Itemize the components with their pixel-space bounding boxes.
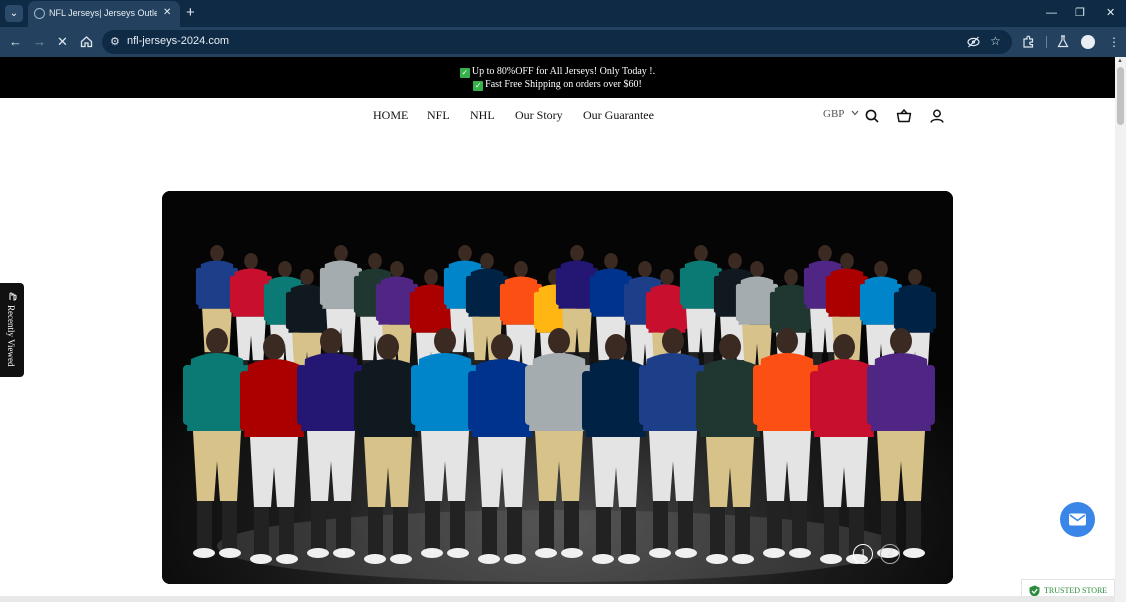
tab-title: NFL Jerseys| Jerseys Outlets| Ch <box>49 8 157 18</box>
check-icon: ✓ <box>459 68 470 78</box>
site-info-icon[interactable]: ⚙ <box>110 35 120 48</box>
page-bottom-strip <box>0 596 1115 602</box>
currency-label: GBP <box>823 108 844 120</box>
tab-search-icon[interactable]: ⌄ <box>5 5 23 22</box>
recently-viewed-label: Recently Viewed <box>6 305 16 367</box>
announcement-text-2: Fast Free Shipping on orders over $60! <box>485 79 642 90</box>
recently-viewed-tab[interactable]: Recently Viewed <box>0 283 24 377</box>
tab-close-icon[interactable]: ✕ <box>163 7 171 18</box>
slide-dot-1[interactable]: 1 <box>853 544 873 564</box>
page-scrollbar[interactable]: ▲ <box>1115 57 1126 602</box>
announcement-line-2: ✓ Fast Free Shipping on orders over $60! <box>0 79 1115 91</box>
eye-off-icon[interactable] <box>967 36 980 48</box>
announcement-bar: ✓ Up to 80%OFF for All Jerseys! Only Toda… <box>0 57 1115 98</box>
labs-icon[interactable] <box>1057 35 1069 48</box>
nav-our-story[interactable]: Our Story <box>515 108 563 123</box>
home-icon[interactable] <box>80 35 93 48</box>
extensions-icon[interactable] <box>1022 35 1035 48</box>
slide-dot-2[interactable]: 2 <box>880 544 900 564</box>
account-icon[interactable] <box>929 108 945 124</box>
toolbar-divider <box>1046 36 1047 48</box>
check-icon: ✓ <box>473 81 484 91</box>
tab-favicon-icon <box>34 8 45 19</box>
chat-button[interactable] <box>1060 502 1095 537</box>
cart-icon[interactable] <box>896 108 912 124</box>
bookmark-star-icon[interactable]: ☆ <box>990 34 1001 48</box>
announcement-line-1: ✓ Up to 80%OFF for All Jerseys! Only Toda… <box>0 66 1115 78</box>
chevron-down-icon <box>851 110 859 116</box>
browser-toolbar: ← → ✕ ⚙ nfl-jerseys-2024.com ☆ ⋮ <box>0 27 1126 57</box>
back-icon[interactable]: ← <box>9 34 22 50</box>
nav-home[interactable]: HOME <box>373 108 408 123</box>
hero-banner[interactable] <box>162 191 953 584</box>
search-icon[interactable] <box>864 108 880 124</box>
forward-icon[interactable]: → <box>33 34 46 50</box>
browser-tab[interactable]: NFL Jerseys| Jerseys Outlets| Ch ✕ <box>28 1 180 27</box>
url-text[interactable]: nfl-jerseys-2024.com <box>127 35 229 47</box>
restore-icon[interactable]: ❐ <box>1075 6 1085 20</box>
currency-selector[interactable]: GBP <box>823 108 859 120</box>
nav-nfl[interactable]: NFL <box>427 108 450 123</box>
menu-icon[interactable]: ⋮ <box>1108 34 1120 50</box>
scroll-up-icon[interactable]: ▲ <box>1117 58 1123 64</box>
announcement-text-1: Up to 80%OFF for All Jerseys! Only Today… <box>471 66 656 77</box>
minimize-icon[interactable]: — <box>1046 6 1057 20</box>
browser-tab-bar: ⌄ NFL Jerseys| Jerseys Outlets| Ch ✕ + —… <box>0 0 1126 27</box>
close-icon[interactable]: ✕ <box>1106 6 1115 20</box>
address-bar[interactable]: ⚙ nfl-jerseys-2024.com ☆ <box>102 30 1012 54</box>
hero-image <box>162 191 953 584</box>
mail-icon <box>1069 513 1086 526</box>
stop-loading-icon[interactable]: ✕ <box>57 34 68 50</box>
nav-our-guarantee[interactable]: Our Guarantee <box>583 108 654 123</box>
profile-icon[interactable] <box>1081 35 1095 49</box>
nav-nhl[interactable]: NHL <box>470 108 495 123</box>
scroll-thumb[interactable] <box>1117 67 1124 125</box>
new-tab-button[interactable]: + <box>186 5 195 20</box>
hand-pointer-icon <box>9 292 17 301</box>
